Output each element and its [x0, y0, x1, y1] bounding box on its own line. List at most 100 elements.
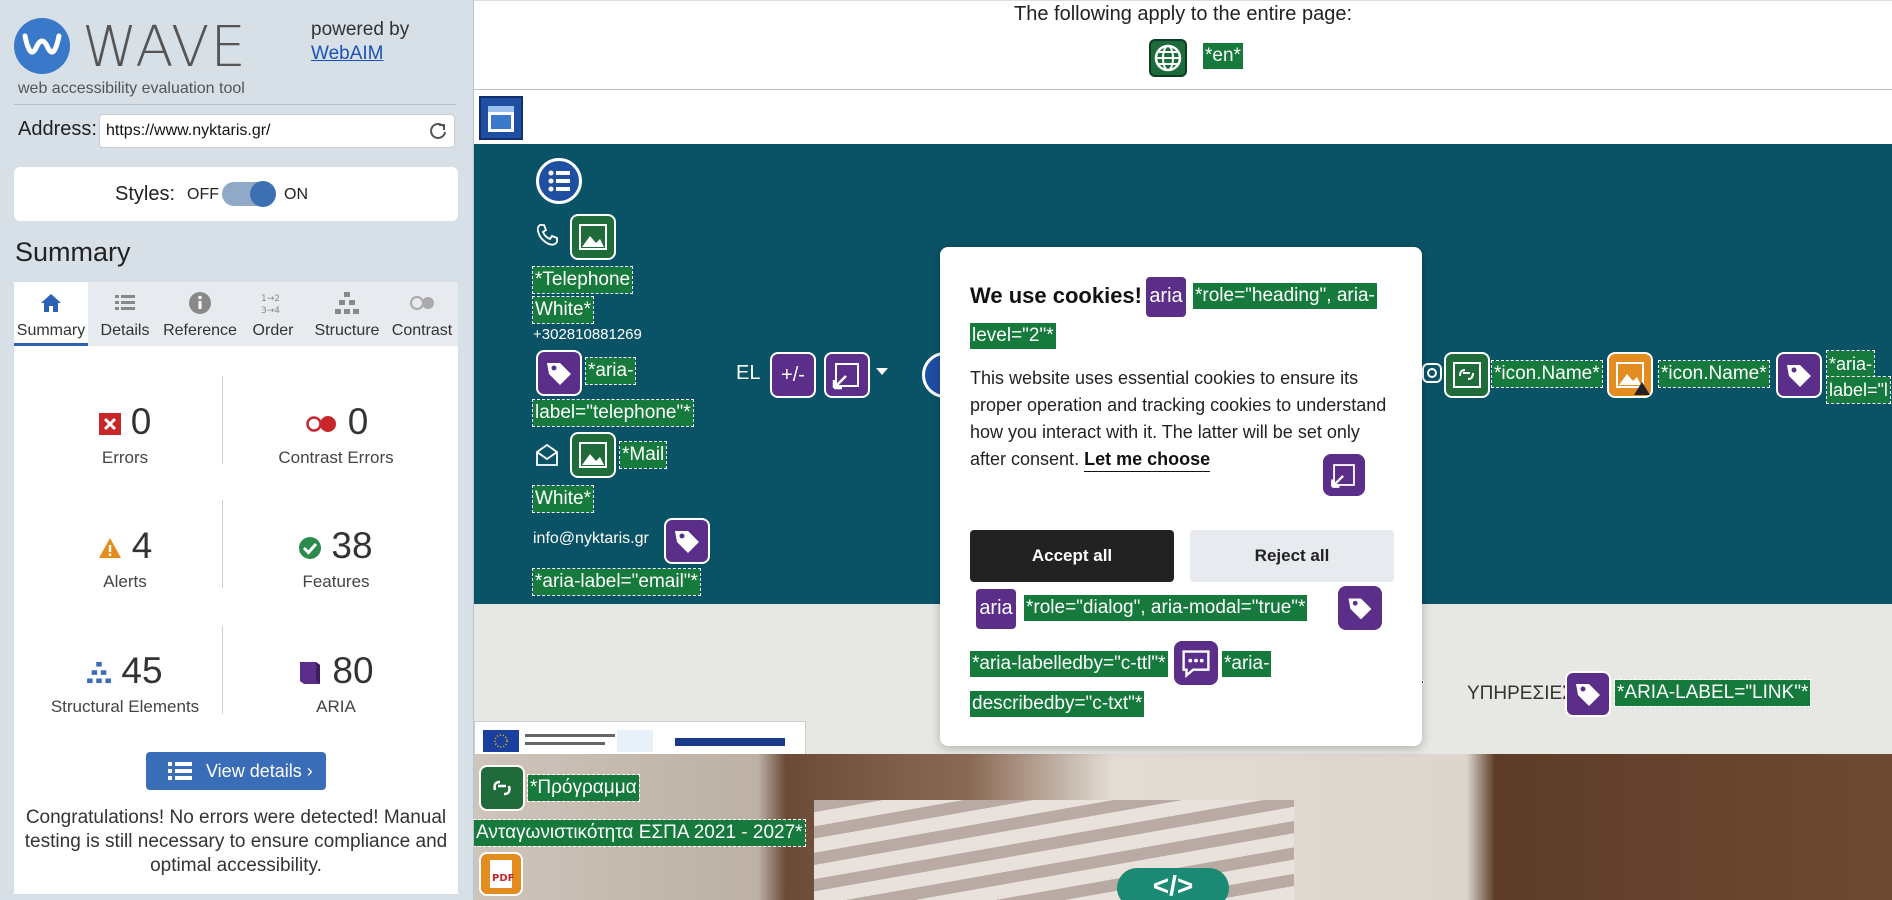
feature-icon — [299, 537, 322, 560]
aria-label-tag: *aria- — [584, 357, 637, 385]
features-count: 38 — [331, 525, 373, 566]
aria-label: ARIA — [316, 697, 356, 716]
alt-text-tag: White* — [532, 296, 594, 324]
tab-structure[interactable]: Structure — [308, 282, 386, 346]
nav-services[interactable]: ΥΠΗΡΕΣΙΕΣ — [1467, 683, 1574, 705]
reload-icon[interactable] — [429, 122, 447, 140]
evaluated-page: The following apply to the entire page: … — [474, 0, 1892, 900]
webaim-link[interactable]: WebAIM — [311, 43, 384, 64]
divider — [222, 626, 223, 714]
stat-features[interactable]: 38 Features — [225, 524, 447, 592]
alerts-label: Alerts — [103, 572, 147, 591]
tab-order[interactable]: 1→2 3→4 Order — [238, 282, 308, 346]
mail-icon — [536, 443, 558, 466]
email-address[interactable]: info@nyktaris.gr — [533, 530, 649, 548]
tab-summary[interactable]: Summary — [14, 282, 88, 346]
stat-aria[interactable]: 80 ARIA — [225, 649, 447, 717]
tab-label: Contrast — [391, 322, 453, 339]
address-label: Address: — [18, 118, 97, 140]
language-tag: *en* — [1202, 42, 1244, 70]
aria-label-icon[interactable] — [1565, 671, 1611, 717]
view-details-label: View details › — [206, 761, 313, 781]
view-details-button[interactable]: View details › — [146, 752, 326, 790]
summary-panel: 0 Errors 0 Contrast Errors 4 Alerts 38 F… — [14, 346, 458, 894]
error-icon — [98, 413, 121, 436]
aria-label-tag: *aria-label="email"* — [532, 568, 701, 596]
styles-toggle-box: Styles: OFF ON — [14, 167, 458, 221]
svg-text:3→4: 3→4 — [261, 306, 280, 316]
stat-errors[interactable]: 0 Errors — [14, 400, 236, 468]
aria-role-tag: *role="heading", aria- — [1192, 282, 1378, 310]
aria-role-tag: level="2"* — [969, 322, 1057, 350]
aria-label-icon[interactable] — [1338, 586, 1382, 630]
aria-popup-icon[interactable] — [824, 352, 870, 398]
structural-label: Structural Elements — [50, 697, 200, 716]
info-icon — [189, 292, 211, 314]
reject-all-button[interactable]: Reject all — [1190, 530, 1394, 582]
phone-number[interactable]: +302810881269 — [533, 326, 642, 343]
errors-label: Errors — [101, 448, 149, 467]
alert-icon — [98, 538, 121, 559]
aria-label-icon[interactable] — [664, 518, 710, 564]
stat-contrast-errors[interactable]: 0 Contrast Errors — [225, 400, 447, 468]
aria-icon — [300, 662, 321, 685]
styles-toggle[interactable] — [222, 181, 276, 207]
alt-text-tag: *Telephone — [531, 266, 634, 294]
powered-by: powered by WebAIM — [311, 18, 409, 66]
instagram-icon[interactable] — [1421, 362, 1443, 384]
tab-label: Summary — [16, 322, 86, 339]
divider — [222, 376, 223, 464]
aria-icon[interactable]: aria — [976, 589, 1016, 629]
aria-label-icon[interactable] — [536, 350, 582, 396]
alerts-count: 4 — [131, 525, 153, 566]
order-icon: 1→23→4 — [261, 294, 280, 316]
contrast-errors-count: 0 — [347, 401, 369, 442]
aria-icon[interactable]: aria — [1146, 277, 1186, 317]
aria-label-tag: label="telephone"* — [532, 399, 694, 427]
divider — [14, 104, 456, 105]
image-icon[interactable] — [570, 214, 616, 260]
styles-off-label: OFF — [187, 186, 219, 203]
wave-tabs: Summary Details Reference 1→2 3→4 Order S… — [14, 282, 458, 346]
wave-logo-icon — [14, 18, 70, 74]
svg-text:1→2: 1→2 — [261, 294, 280, 304]
stat-alerts[interactable]: 4 Alerts — [14, 524, 236, 592]
structure-region-icon[interactable] — [479, 96, 523, 140]
alert-image-icon[interactable] — [1607, 352, 1653, 398]
address-input[interactable] — [99, 114, 455, 148]
features-label: Features — [302, 572, 370, 591]
aria-label-icon[interactable] — [1776, 352, 1822, 398]
tab-reference[interactable]: Reference — [162, 282, 238, 346]
accept-all-button[interactable]: Accept all — [970, 530, 1174, 582]
aria-count: 80 — [332, 650, 374, 691]
let-me-choose-link[interactable]: Let me choose — [1084, 449, 1211, 472]
linked-image-icon[interactable] — [479, 765, 525, 811]
linked-image-icon[interactable] — [1444, 352, 1490, 398]
aria-label-tag: *ARIA-LABEL="LINK"* — [1613, 679, 1812, 707]
aria-role-tag: *role="dialog", aria-modal="true"* — [1022, 594, 1309, 622]
aria-describedby-tag: describedby="c-txt"* — [968, 690, 1146, 718]
code-view-button[interactable]: </> — [1117, 868, 1229, 900]
aria-label-tag: *aria- — [1825, 350, 1876, 378]
aria-expanded-icon[interactable]: +/- — [770, 352, 816, 398]
language-el[interactable]: EL — [736, 362, 760, 385]
tab-contrast[interactable]: Contrast — [386, 282, 458, 346]
aria-describedby-icon[interactable] — [1174, 641, 1218, 685]
image-icon[interactable] — [570, 432, 616, 478]
svg-text:PDF: PDF — [492, 873, 514, 884]
chevron-down-icon[interactable] — [876, 368, 888, 376]
stat-structural[interactable]: 45 Structural Elements — [14, 649, 236, 717]
styles-label: Styles: — [115, 183, 176, 205]
pdf-alert-icon[interactable]: PDF — [479, 852, 523, 896]
page-wide-bar: The following apply to the entire page: … — [474, 0, 1892, 90]
summary-heading: Summary — [15, 237, 131, 267]
language-icon[interactable] — [1149, 39, 1187, 77]
divider — [222, 500, 223, 588]
alt-text-tag: Ανταγωνιστικότητα ΕΣΠΑ 2021 - 2027* — [474, 819, 806, 847]
contrast-icon — [410, 296, 434, 310]
tab-details[interactable]: Details — [88, 282, 162, 346]
aria-popup-icon[interactable] — [1323, 454, 1365, 496]
list-icon[interactable] — [536, 158, 582, 204]
structure-icon — [335, 292, 359, 314]
congratulations-message: Congratulations! No errors were detected… — [24, 807, 448, 876]
